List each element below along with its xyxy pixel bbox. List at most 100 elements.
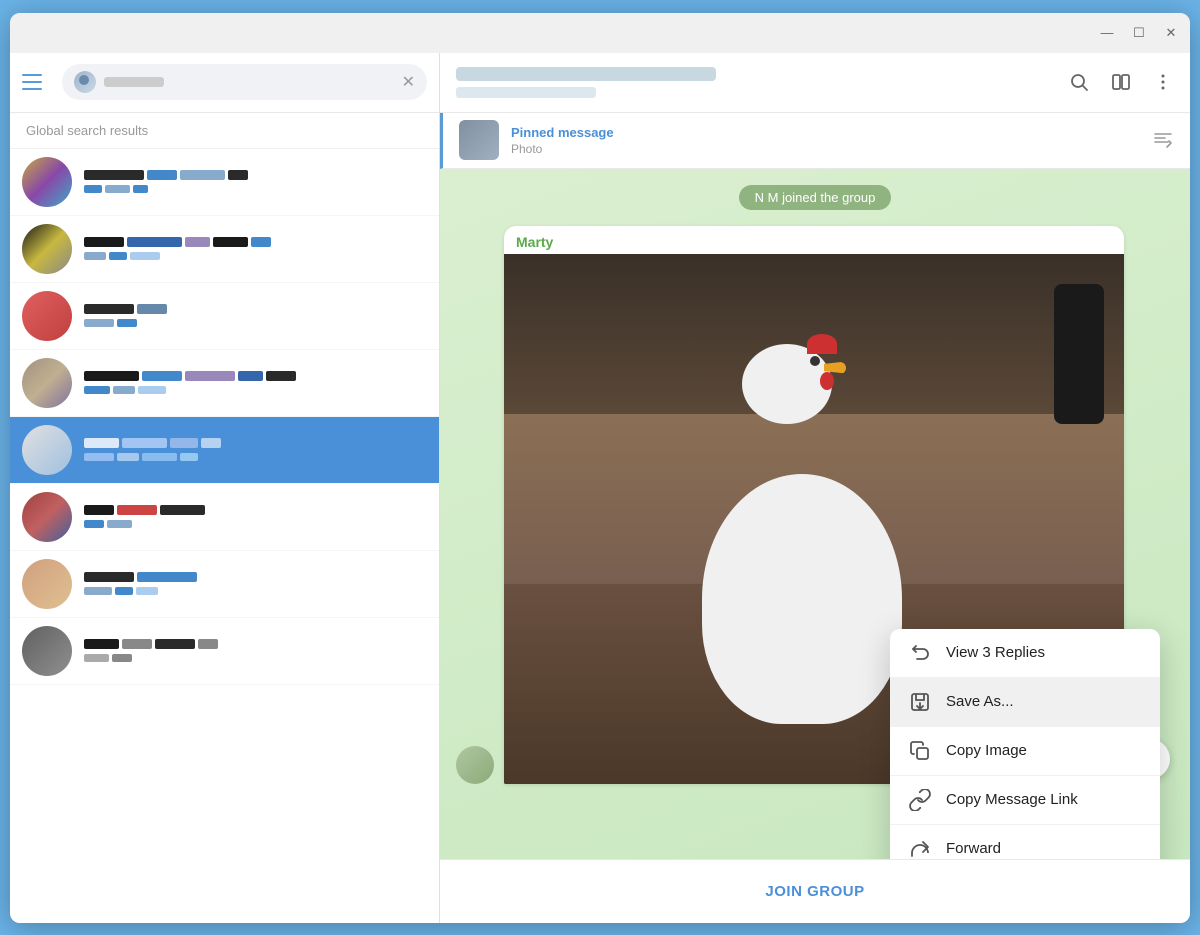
chat-area[interactable]: N M joined the group Marty: [440, 169, 1190, 859]
chat-bottom: JOIN GROUP: [440, 859, 1190, 923]
minimize-button[interactable]: —: [1100, 26, 1114, 40]
list-item[interactable]: [10, 484, 439, 551]
item-text: [84, 505, 427, 528]
item-desc-bar: [84, 185, 427, 193]
pinned-actions: [1152, 127, 1174, 154]
join-group-button[interactable]: JOIN GROUP: [765, 883, 864, 900]
name-blur: [84, 170, 144, 180]
search-results-label: Global search results: [10, 113, 439, 149]
avatar: [22, 626, 72, 676]
list-item[interactable]: [10, 618, 439, 685]
pinned-label: Pinned message: [511, 125, 1152, 140]
avatar: [22, 425, 72, 475]
list-item[interactable]: [10, 283, 439, 350]
desc-blur: [105, 185, 130, 193]
app-window: — ☐ ✕ ✕ Global searc: [10, 13, 1190, 923]
hamburger-line: [22, 74, 42, 76]
context-menu-item-copy-image[interactable]: Copy Image: [890, 727, 1160, 775]
pinned-thumbnail: [459, 120, 499, 160]
item-text: [84, 304, 427, 327]
chat-header-info: [456, 67, 1068, 98]
ctx-label: Forward: [946, 840, 1001, 857]
item-name-bar: [84, 304, 427, 314]
item-name-bar: [84, 438, 427, 448]
avatar: [22, 291, 72, 341]
item-text: [84, 438, 427, 461]
desc-blur: [84, 185, 102, 193]
avatar: [22, 224, 72, 274]
name-blur: [228, 170, 248, 180]
chat-title: [456, 67, 716, 81]
hamburger-line: [22, 88, 42, 90]
search-icon[interactable]: [1068, 71, 1090, 93]
item-text: [84, 639, 427, 662]
title-bar: — ☐ ✕: [10, 13, 1190, 53]
right-panel: Pinned message Photo N M joined th: [440, 53, 1190, 923]
bubble-sender: Marty: [504, 226, 1124, 254]
chicken-comb: [807, 334, 837, 354]
avatar: [22, 559, 72, 609]
chat-subtitle: [456, 87, 596, 98]
main-content: ✕ Global search results: [10, 53, 1190, 923]
name-blur: [180, 170, 225, 180]
context-menu-item-save-as[interactable]: Save As...: [890, 678, 1160, 726]
search-clear-button[interactable]: ✕: [402, 72, 415, 92]
forward-icon: [908, 837, 932, 859]
desc-blur: [133, 185, 148, 193]
ctx-label: Save As...: [946, 693, 1014, 710]
close-button[interactable]: ✕: [1164, 26, 1178, 40]
search-bar: ✕: [10, 53, 439, 113]
search-input[interactable]: [104, 74, 402, 90]
item-text: [84, 572, 427, 595]
chicken-body: [702, 474, 902, 724]
chat-header-actions: [1068, 71, 1174, 93]
menu-button[interactable]: [22, 67, 52, 97]
save-icon: [908, 690, 932, 714]
item-name-bar: [84, 572, 427, 582]
more-icon[interactable]: [1152, 71, 1174, 93]
item-name-bar: [84, 371, 427, 381]
context-menu-item-copy-link[interactable]: Copy Message Link: [890, 776, 1160, 824]
pinned-info: Pinned message Photo: [511, 125, 1152, 156]
context-menu-item-view-replies[interactable]: View 3 Replies: [890, 629, 1160, 677]
item-text: [84, 170, 427, 193]
item-text: [84, 371, 427, 394]
pinned-bar[interactable]: Pinned message Photo: [440, 113, 1190, 169]
chicken-eye: [810, 356, 820, 366]
message-avatar: [456, 746, 494, 784]
list-item-active[interactable]: [10, 417, 439, 484]
avatar: [22, 492, 72, 542]
ctx-label: Copy Message Link: [946, 791, 1078, 808]
search-list: [10, 149, 439, 923]
item-name-bar: [84, 505, 427, 515]
title-bar-controls: — ☐ ✕: [1100, 26, 1178, 40]
avatar: [22, 358, 72, 408]
maximize-button[interactable]: ☐: [1132, 26, 1146, 40]
ctx-label: Copy Image: [946, 742, 1027, 759]
link-icon: [908, 788, 932, 812]
ctx-label: View 3 Replies: [946, 644, 1045, 661]
item-name-bar: [84, 237, 427, 247]
reply-icon: [908, 641, 932, 665]
avatar: [22, 157, 72, 207]
dark-object: [1054, 284, 1104, 424]
chicken-wattle: [820, 372, 834, 390]
left-panel: ✕ Global search results: [10, 53, 440, 923]
system-pill: N M joined the group: [739, 185, 892, 210]
hamburger-line: [22, 81, 42, 83]
item-text: [84, 237, 427, 260]
pinned-sub: Photo: [511, 142, 1152, 156]
columns-icon[interactable]: [1110, 71, 1132, 93]
search-avatar: [74, 71, 96, 93]
pin-list-icon[interactable]: [1152, 127, 1174, 154]
context-menu-item-forward[interactable]: Forward: [890, 825, 1160, 859]
context-menu: View 3 Replies Save As...: [890, 629, 1160, 859]
system-message: N M joined the group: [456, 185, 1174, 210]
list-item[interactable]: [10, 350, 439, 417]
chicken-head: [742, 344, 832, 424]
list-item[interactable]: [10, 149, 439, 216]
list-item[interactable]: [10, 551, 439, 618]
list-item[interactable]: [10, 216, 439, 283]
search-input-wrapper[interactable]: ✕: [62, 64, 427, 100]
copy-icon: [908, 739, 932, 763]
